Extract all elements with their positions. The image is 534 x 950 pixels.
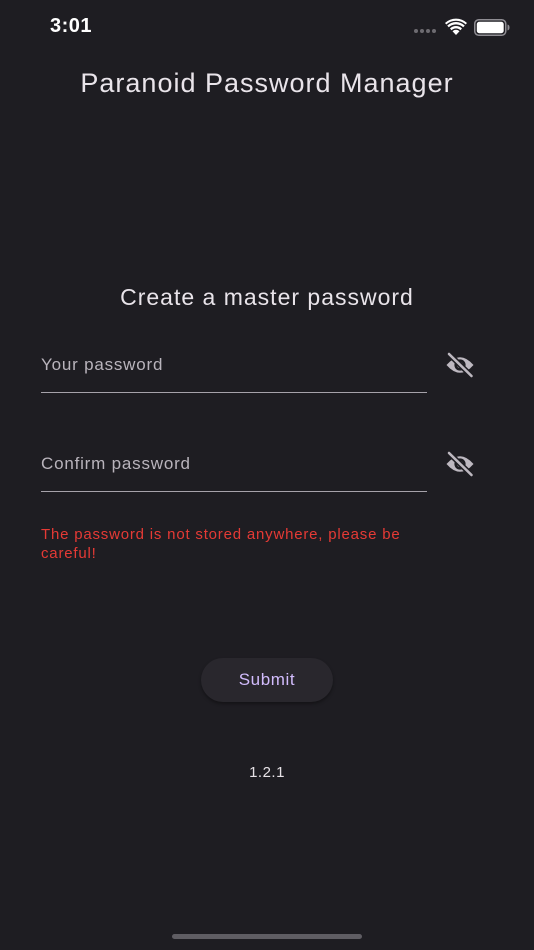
status-bar: 3:01: [0, 0, 534, 56]
eye-off-icon: [446, 451, 475, 477]
warning-message: The password is not stored anywhere, ple…: [41, 526, 401, 562]
confirm-password-input[interactable]: [41, 437, 427, 491]
home-indicator[interactable]: [172, 934, 362, 939]
signal-dots-icon: [414, 29, 436, 33]
confirm-password-field[interactable]: [41, 437, 427, 492]
app-title: Paranoid Password Manager: [80, 68, 454, 98]
password-input[interactable]: [41, 338, 427, 392]
submit-button[interactable]: Submit: [201, 658, 333, 702]
eye-off-icon: [446, 352, 475, 378]
wifi-icon: [445, 18, 467, 35]
status-time: 3:01: [50, 15, 93, 37]
section-heading: Create a master password: [120, 284, 414, 310]
battery-icon: [474, 19, 510, 36]
toggle-password-visibility-button[interactable]: [441, 350, 479, 380]
toggle-confirm-visibility-button[interactable]: [441, 449, 479, 479]
password-field[interactable]: [41, 338, 427, 393]
version-label: 1.2.1: [249, 764, 285, 781]
